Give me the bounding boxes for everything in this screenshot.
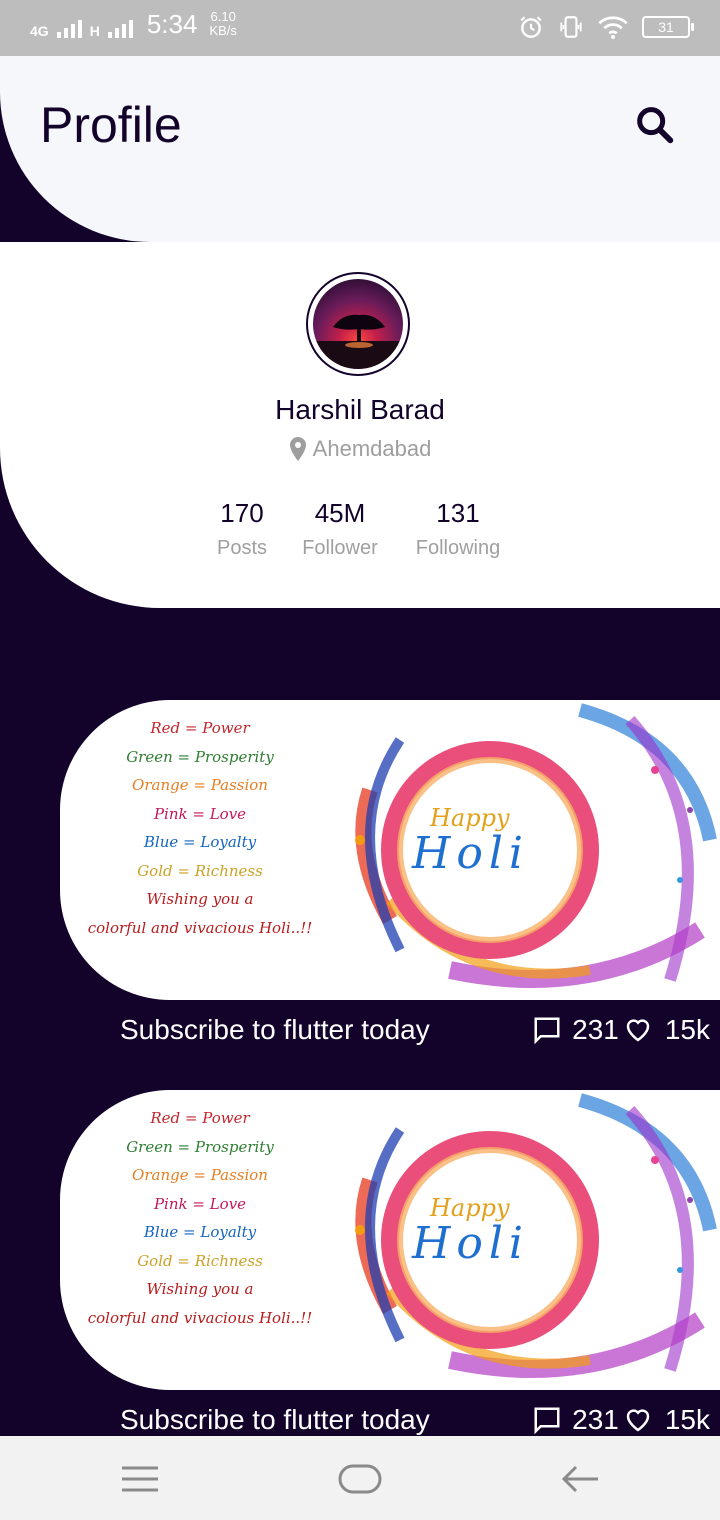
comment-icon[interactable]	[532, 1015, 562, 1045]
holi-artwork: Happy Holi	[330, 1090, 720, 1390]
stat-followers[interactable]: 45M Follower	[290, 498, 390, 560]
greeting-main: Holi	[412, 1218, 530, 1269]
stat-posts[interactable]: 170 Posts	[202, 498, 282, 560]
meaning-line: Blue = Loyalty	[143, 833, 257, 851]
profile-name: Harshil Barad	[275, 394, 445, 425]
meaning-line: Wishing you a	[146, 1280, 254, 1298]
meaning-line: Pink = Love	[153, 1194, 247, 1213]
comment-count: 231	[572, 1014, 619, 1045]
meaning-line: Red = Power	[150, 719, 250, 737]
stat-label: Following	[415, 537, 501, 559]
post-image[interactable]: Red = Power Green = Prosperity Orange = …	[60, 1090, 720, 1390]
meaning-line: Green = Prosperity	[126, 747, 274, 766]
post-caption: Subscribe to flutter today	[120, 1404, 430, 1435]
stat-label: Posts	[216, 537, 268, 559]
stat-value: 45M	[314, 498, 366, 528]
avatar-image	[313, 279, 403, 369]
stat-following[interactable]: 131 Following	[404, 498, 512, 560]
stat-value: 131	[436, 498, 480, 528]
status-bar: 4G H 5:34 6.10 KB/s 31	[0, 0, 720, 56]
signal-icon	[56, 20, 82, 38]
data-speed-unit: KB/s	[209, 23, 237, 38]
post-caption: Subscribe to flutter today	[120, 1014, 430, 1045]
meaning-line: Gold = Richness	[137, 861, 263, 880]
location-pin-icon	[289, 437, 306, 461]
data-speed: 6.10 KB/s	[209, 10, 236, 38]
location-label: Ahemdabad	[312, 436, 432, 461]
clock: 5:34	[146, 9, 198, 39]
meaning-line: Wishing you a	[146, 890, 254, 908]
home-icon[interactable]	[338, 1464, 382, 1494]
comment-icon[interactable]	[532, 1405, 562, 1435]
signal-2-icon	[107, 20, 133, 38]
meaning-line: Gold = Richness	[137, 1251, 263, 1270]
profile-location: Ahemdabad	[0, 436, 720, 462]
battery-level: 31	[658, 19, 674, 35]
avatar[interactable]	[306, 272, 410, 376]
like-count: 15k	[664, 1014, 710, 1045]
meaning-line: Blue = Loyalty	[143, 1223, 257, 1241]
comment-count: 231	[572, 1404, 619, 1435]
back-icon[interactable]	[560, 1464, 600, 1494]
search-button[interactable]	[632, 102, 678, 148]
app-header: Profile	[0, 56, 720, 242]
network-type-2: H	[89, 23, 100, 39]
vibrate-icon	[560, 16, 582, 38]
meaning-line: colorful and vivacious Holi..!!	[87, 918, 313, 937]
stat-label: Follower	[302, 537, 378, 559]
alarm-icon	[520, 16, 542, 38]
meaning-line: Red = Power	[150, 1109, 250, 1127]
holi-artwork: Happy Holi	[330, 700, 720, 1000]
heart-icon[interactable]	[623, 1015, 653, 1045]
meaning-line: colorful and vivacious Holi..!!	[87, 1308, 313, 1327]
network-type: 4G	[30, 23, 49, 39]
wifi-icon	[598, 16, 628, 39]
menu-icon[interactable]	[120, 1464, 160, 1494]
holi-meanings: Red = Power Green = Prosperity Orange = …	[88, 1104, 313, 1332]
like-count: 15k	[664, 1404, 710, 1435]
profile-card: Harshil Barad Ahemdabad 170 Posts 45M Fo…	[0, 242, 720, 608]
heart-icon[interactable]	[623, 1405, 653, 1435]
stat-value: 170	[220, 498, 264, 528]
meaning-line: Green = Prosperity	[126, 1137, 274, 1156]
post-metrics: 231 15k	[532, 1014, 710, 1046]
post-metrics: 231 15k	[532, 1404, 710, 1436]
page-title: Profile	[40, 97, 182, 153]
holi-meanings: Red = Power Green = Prosperity Orange = …	[88, 714, 313, 942]
search-icon	[637, 107, 674, 144]
meaning-line: Orange = Passion	[132, 1166, 268, 1184]
greeting-main: Holi	[412, 828, 530, 879]
system-nav-bar	[0, 1436, 720, 1520]
meaning-line: Orange = Passion	[132, 776, 268, 794]
battery-icon: 31	[642, 16, 694, 38]
meaning-line: Pink = Love	[153, 804, 247, 823]
post-image[interactable]: Red = Power Green = Prosperity Orange = …	[60, 700, 720, 1000]
data-speed-value: 6.10	[210, 9, 236, 24]
